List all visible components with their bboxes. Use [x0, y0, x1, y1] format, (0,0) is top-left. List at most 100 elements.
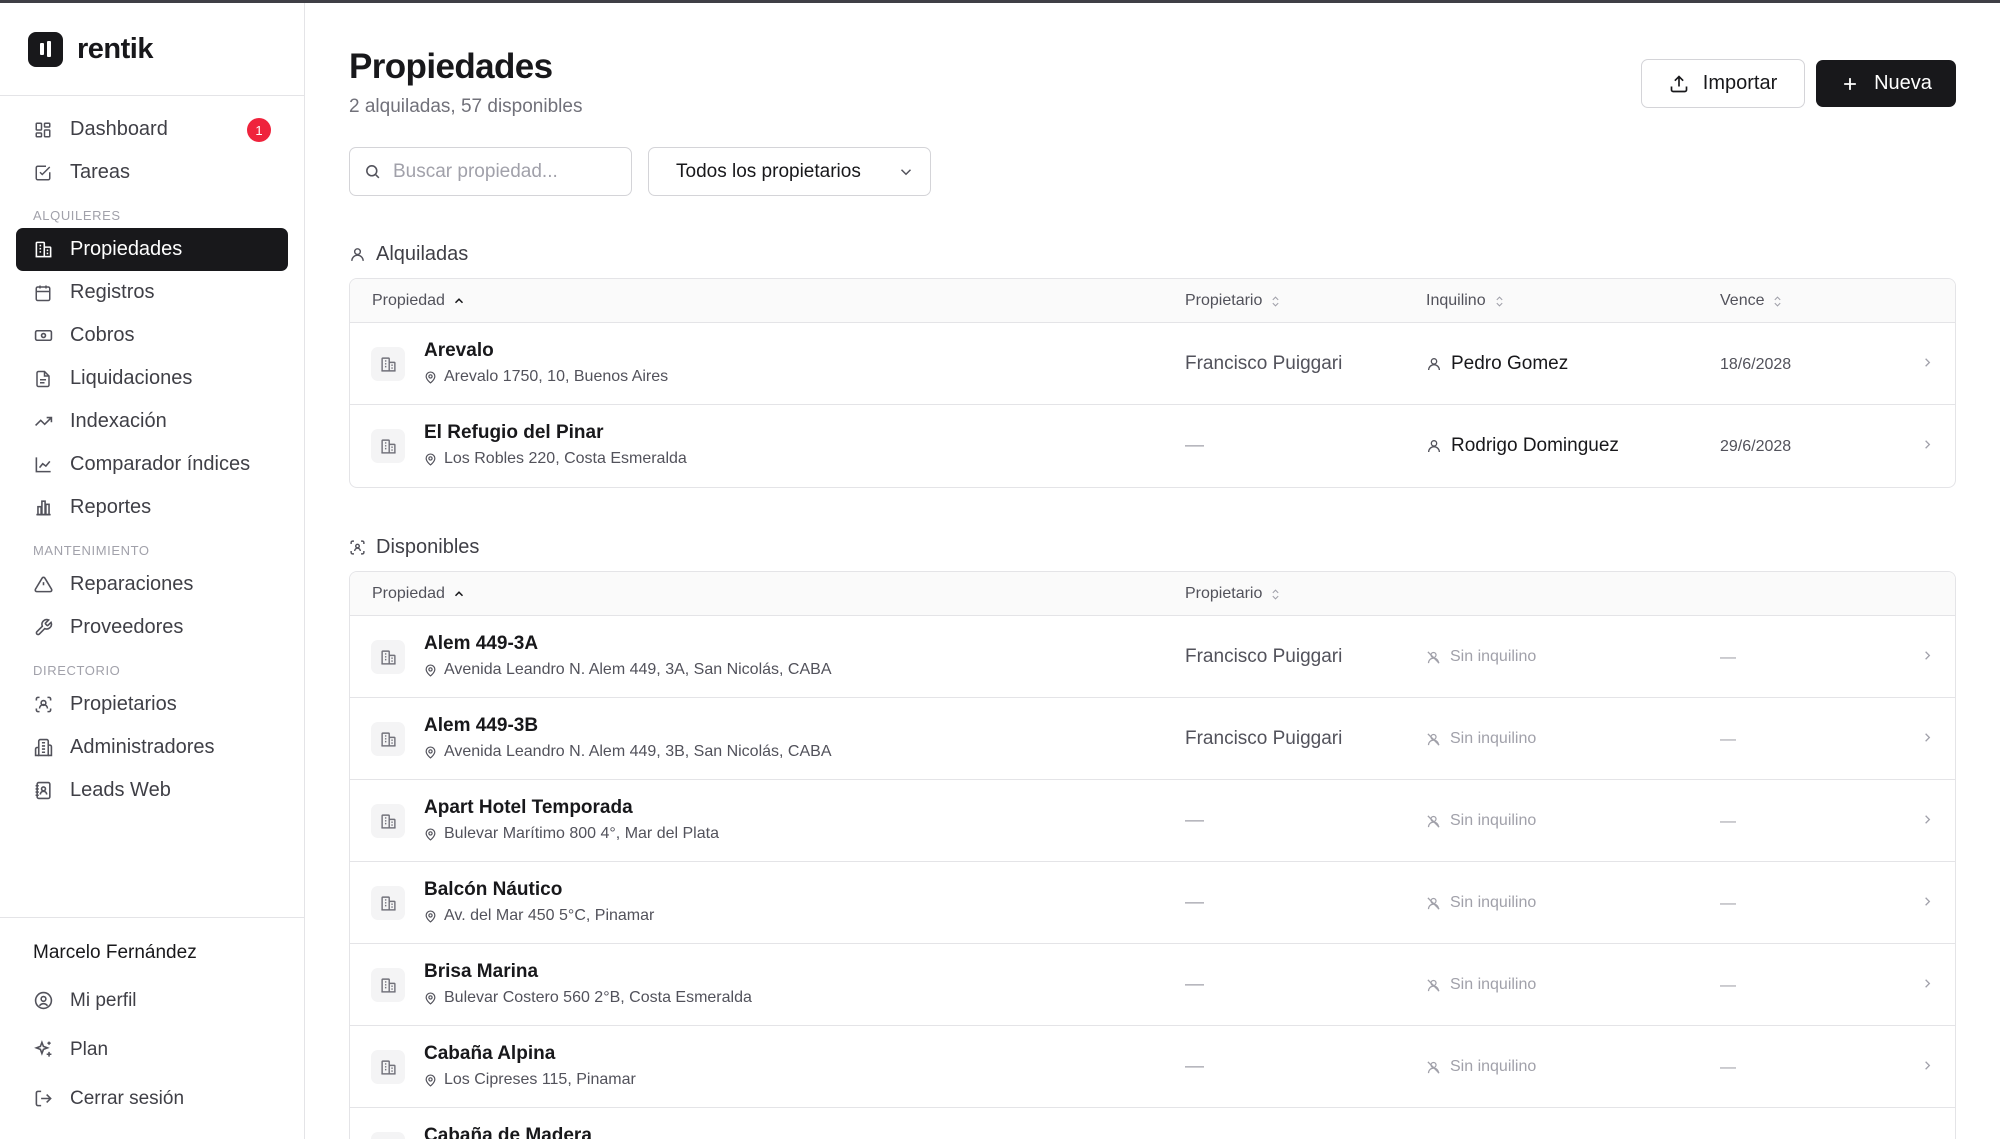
owner-filter-select[interactable]: Todos los propietarios	[648, 147, 931, 196]
calendar-icon	[33, 283, 53, 303]
sidebar-item-dashboard[interactable]: Dashboard 1	[16, 108, 288, 151]
due-date-cell: —	[1720, 731, 1736, 748]
address-text: Los Cipreses 115, Pinamar	[444, 1071, 636, 1088]
property-address: Los Robles 220, Costa Esmeralda	[424, 450, 687, 468]
sidebar-item-propietarios[interactable]: Propietarios	[16, 683, 288, 726]
sidebar-item-label: Leads Web	[70, 779, 171, 801]
table-row[interactable]: Balcón Náutico Av. del Mar 450 5°C, Pina…	[350, 862, 1955, 944]
chevron-right-icon	[1920, 648, 1935, 663]
sidebar-item-label: Cobros	[70, 324, 135, 346]
owner-cell: Francisco Puiggari	[1185, 728, 1343, 749]
building-icon	[371, 804, 405, 838]
due-date-cell: —	[1720, 1059, 1736, 1076]
sort-icon	[1771, 295, 1784, 308]
map-pin-icon	[424, 1073, 437, 1087]
sidebar-item-plan[interactable]: Plan	[16, 1025, 288, 1074]
plus-icon	[1840, 74, 1860, 94]
property-name: Cabaña de Madera	[424, 1125, 592, 1139]
user-off-icon	[1426, 650, 1441, 665]
building-icon	[371, 640, 405, 674]
chevron-down-icon	[897, 163, 915, 181]
property-name: Alem 449-3A	[424, 633, 539, 654]
scan-user-icon	[33, 695, 53, 715]
map-pin-icon	[424, 909, 437, 923]
sidebar-item-tareas[interactable]: Tareas	[16, 151, 288, 194]
table-row[interactable]: El Refugio del Pinar Los Robles 220, Cos…	[350, 405, 1955, 487]
sidebar-item-label: Mi perfil	[70, 989, 137, 1011]
user-icon	[1426, 438, 1442, 454]
new-property-button[interactable]: Nueva	[1816, 60, 1956, 107]
upload-icon	[1669, 74, 1689, 94]
table-row[interactable]: Cabaña Alpina Los Cipreses 115, Pinamar …	[350, 1026, 1955, 1108]
contact-book-icon	[33, 781, 53, 801]
sparkles-icon	[33, 1040, 53, 1060]
tenant-cell: Sin inquilino	[1426, 976, 1536, 994]
column-propiedad-sort[interactable]: Propiedad	[372, 572, 466, 616]
user-off-icon	[1426, 896, 1441, 911]
table-row[interactable]: Brisa Marina Bulevar Costero 560 2°B, Co…	[350, 944, 1955, 1026]
map-pin-icon	[424, 663, 437, 677]
search-box[interactable]	[349, 147, 632, 196]
rented-table: Propiedad Propietario Inquilino Vence Ar…	[349, 278, 1956, 488]
sidebar-item-proveedores[interactable]: Proveedores	[16, 606, 288, 649]
column-vence-sort[interactable]: Vence	[1720, 279, 1784, 323]
sidebar-item-label: Dashboard	[70, 118, 168, 140]
address-text: Los Robles 220, Costa Esmeralda	[444, 450, 687, 467]
map-pin-icon	[424, 827, 437, 841]
property-address: Av. del Mar 450 5°C, Pinamar	[424, 907, 654, 925]
sidebar-item-liquidaciones[interactable]: Liquidaciones	[16, 357, 288, 400]
address-text: Av. del Mar 450 5°C, Pinamar	[444, 907, 655, 924]
sort-icon	[1269, 295, 1282, 308]
main-content: Propiedades 2 alquiladas, 57 disponibles…	[349, 3, 1956, 1139]
building-icon	[371, 722, 405, 756]
chevron-right-icon	[1920, 976, 1935, 991]
sidebar-item-comparador-indices[interactable]: Comparador índices	[16, 443, 288, 486]
sidebar-item-label: Administradores	[70, 736, 215, 758]
wrench-icon	[33, 618, 53, 638]
building-icon	[371, 429, 405, 463]
owner-cell: Francisco Puiggari	[1185, 646, 1343, 667]
sidebar-item-leads-web[interactable]: Leads Web	[16, 769, 288, 812]
notification-badge: 1	[247, 118, 271, 142]
table-row[interactable]: Alem 449-3A Avenida Leandro N. Alem 449,…	[350, 616, 1955, 698]
sidebar-item-cerrar-sesion[interactable]: Cerrar sesión	[16, 1074, 288, 1123]
column-propietario-sort[interactable]: Propietario	[1185, 572, 1282, 616]
due-date-cell: —	[1720, 895, 1736, 912]
tenant-cell: Rodrigo Dominguez	[1426, 435, 1619, 457]
sidebar-item-label: Liquidaciones	[70, 367, 193, 389]
building-office-icon	[33, 738, 53, 758]
chevron-right-icon	[1920, 1058, 1935, 1073]
sidebar-item-reparaciones[interactable]: Reparaciones	[16, 563, 288, 606]
sidebar-item-administradores[interactable]: Administradores	[16, 726, 288, 769]
sidebar-item-mi-perfil[interactable]: Mi perfil	[16, 976, 288, 1025]
sidebar-item-cobros[interactable]: Cobros	[16, 314, 288, 357]
tenant-name: Pedro Gomez	[1451, 353, 1569, 374]
sidebar-item-label: Registros	[70, 281, 155, 303]
column-propiedad-sort[interactable]: Propiedad	[372, 279, 466, 323]
tenant-cell: Pedro Gomez	[1426, 353, 1568, 375]
address-text: Bulevar Costero 560 2°B, Costa Esmeralda	[444, 989, 752, 1006]
brand[interactable]: rentik	[0, 3, 304, 96]
column-inquilino-sort[interactable]: Inquilino	[1426, 279, 1506, 323]
scan-icon	[349, 539, 366, 556]
table-row[interactable]: Cabaña de Madera — Sin inquilino —	[350, 1108, 1955, 1139]
property-name: Apart Hotel Temporada	[424, 797, 633, 818]
column-propietario-sort[interactable]: Propietario	[1185, 279, 1282, 323]
chevron-right-icon	[1920, 894, 1935, 909]
section-alquileres: ALQUILERES	[33, 208, 121, 223]
sidebar-item-propiedades[interactable]: Propiedades	[16, 228, 288, 271]
sidebar-item-reportes[interactable]: Reportes	[16, 486, 288, 529]
sidebar-item-registros[interactable]: Registros	[16, 271, 288, 314]
section-title: Disponibles	[376, 536, 480, 558]
import-button[interactable]: Importar	[1641, 59, 1805, 108]
sidebar-item-indexacion[interactable]: Indexación	[16, 400, 288, 443]
table-row[interactable]: Alem 449-3B Avenida Leandro N. Alem 449,…	[350, 698, 1955, 780]
table-row[interactable]: Apart Hotel Temporada Bulevar Marítimo 8…	[350, 780, 1955, 862]
user-off-icon	[1426, 978, 1441, 993]
search-input[interactable]	[393, 160, 613, 183]
tenant-name: Rodrigo Dominguez	[1451, 435, 1619, 456]
table-row[interactable]: Arevalo Arevalo 1750, 10, Buenos Aires F…	[350, 323, 1955, 405]
bar-chart-icon	[33, 498, 53, 518]
column-label: Vence	[1720, 292, 1765, 309]
address-text: Bulevar Marítimo 800 4°, Mar del Plata	[444, 825, 719, 842]
